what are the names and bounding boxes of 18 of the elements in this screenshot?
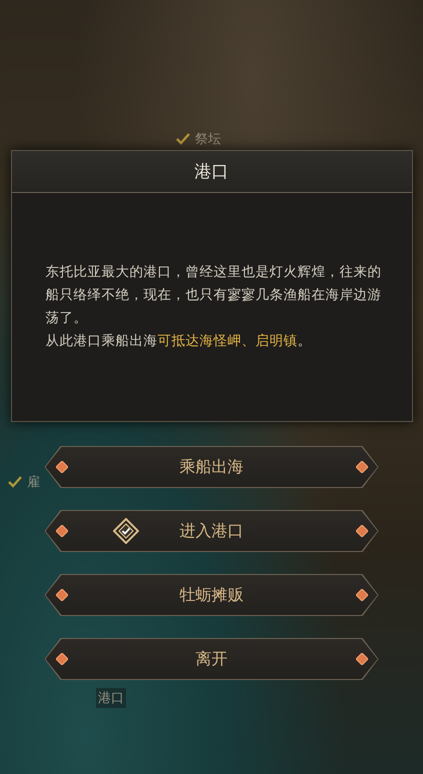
map-label: 雇 [26, 474, 41, 492]
option-button[interactable]: 进入港口 [44, 510, 378, 552]
option-button[interactable]: 离开 [44, 638, 378, 680]
description-text: 从此港口乘船出海可抵达海怪岬、启明镇。 [46, 332, 312, 351]
map-label: 港口 [96, 688, 126, 708]
dialog-title: 港口 [194, 161, 228, 183]
diamond-icon [56, 525, 68, 537]
diamond-icon [56, 461, 68, 473]
description-text: 东托比亚最大的港口，曾经这里也是灯火辉煌，往来的船只络绎不绝，现在，也只有寥寥几条渔船在海岸边游荡了。 [46, 263, 382, 328]
option-button[interactable]: 牡蛎摊贩 [44, 574, 378, 616]
diamond-icon [356, 589, 368, 601]
diamond-icon [356, 653, 368, 665]
diamond-icon [356, 525, 368, 537]
diamond-icon [56, 653, 68, 665]
diamond-icon [356, 461, 368, 473]
option-button[interactable]: 乘船出海 [44, 446, 378, 488]
map-label: 祭坛 [194, 131, 222, 149]
diamond-icon [56, 589, 68, 601]
